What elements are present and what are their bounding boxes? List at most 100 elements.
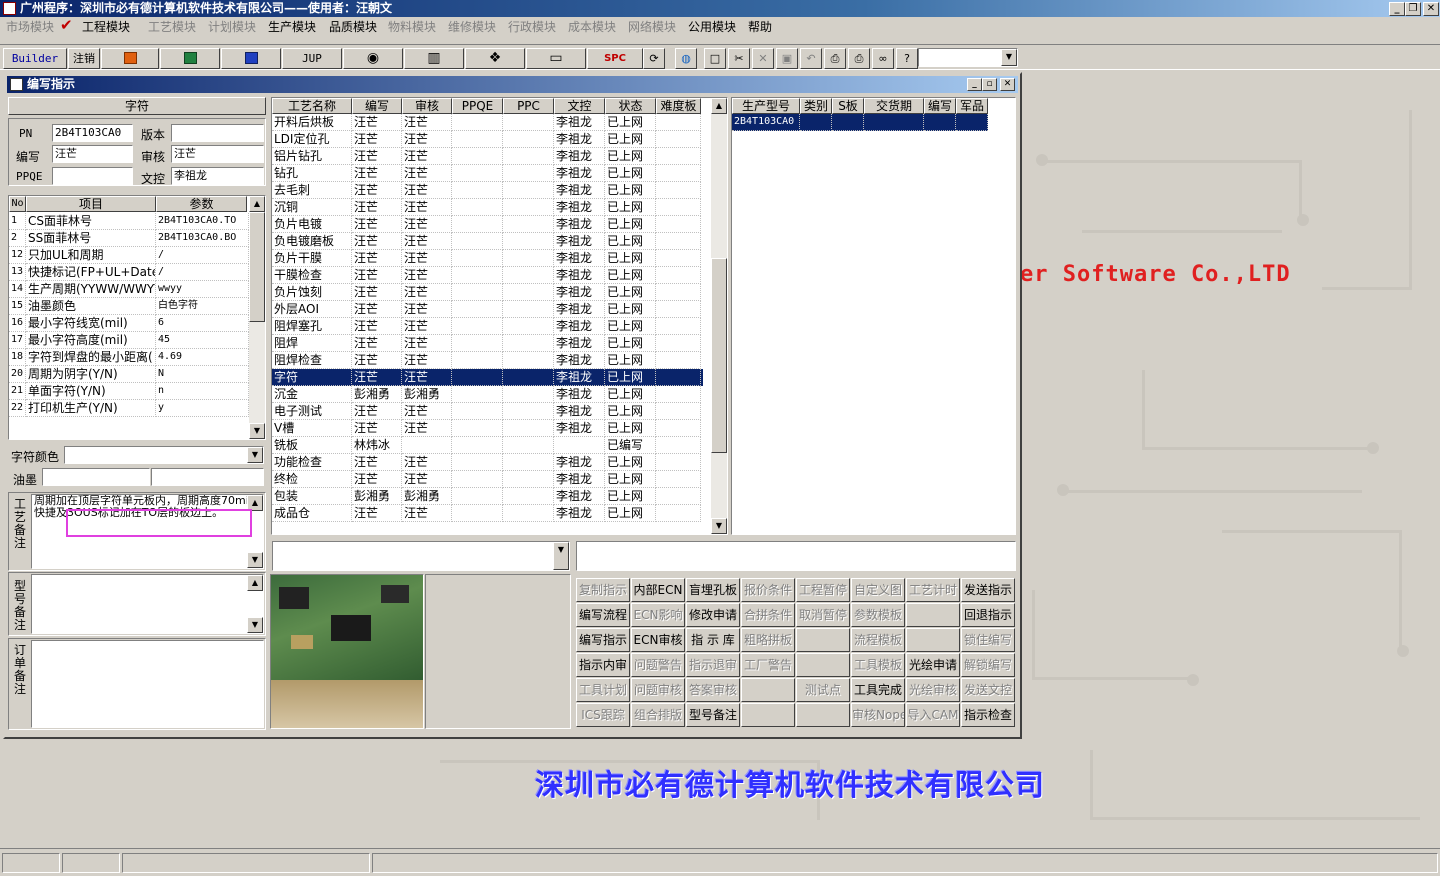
action-button[interactable]: 内部ECN (631, 578, 685, 602)
process-scrollbar[interactable]: ▲ ▼ (711, 98, 727, 534)
action-button[interactable]: 工具完成 (851, 678, 905, 702)
scroll-thumb[interactable] (249, 212, 265, 322)
new-button[interactable]: □ (704, 48, 726, 69)
process-row[interactable]: 阻焊 汪芒 汪芒 李祖龙 已上网 (272, 335, 703, 352)
scroll-down-icon[interactable]: ▼ (247, 617, 263, 633)
menu-market[interactable]: 市场模块 (6, 19, 54, 35)
process-row[interactable]: 铣板 林炜冰 已编写 (272, 437, 703, 454)
menu-engineering[interactable]: 工程模块 (82, 19, 130, 35)
word-button[interactable] (221, 48, 281, 69)
close-button[interactable]: ✕ (1423, 2, 1439, 16)
param-row[interactable]: 12 只加UL和周期 / (9, 247, 249, 264)
process-row[interactable]: 去毛刺 汪芒 汪芒 李祖龙 已上网 (272, 182, 703, 199)
computer-button[interactable]: ▭ (526, 48, 586, 69)
menu-admin[interactable]: 行政模块 (508, 19, 556, 35)
param-row[interactable]: 13快捷标记(FP+UL+DateCo/ (9, 264, 249, 281)
model-col-header[interactable]: 军品 (956, 98, 988, 114)
action-button[interactable]: 型号备注 (686, 703, 740, 727)
process-row[interactable]: 包装 彭湘勇 彭湘勇 李祖龙 已上网 (272, 488, 703, 505)
menu-material[interactable]: 物料模块 (388, 19, 436, 35)
network-button[interactable]: ❖ (465, 48, 525, 69)
action-button[interactable]: 自定义图 (851, 578, 905, 602)
process-col-header[interactable]: 文控 (554, 98, 605, 114)
delete-button[interactable]: ✕ (752, 48, 774, 69)
process-row[interactable]: 字符 汪芒 汪芒 李祖龙 已上网 (272, 369, 703, 386)
action-button[interactable]: ICS跟踪 (576, 703, 630, 727)
action-button[interactable]: 锁住编写 (961, 628, 1015, 652)
globe-button[interactable]: ◍ (675, 48, 697, 69)
child-close-button[interactable]: ✕ (1000, 78, 1015, 91)
process-col-header[interactable]: 编写 (352, 98, 402, 114)
chevron-down-icon[interactable]: ▼ (247, 447, 263, 463)
model-col-header[interactable]: S板 (832, 98, 864, 114)
process-col-header[interactable]: 难度板 (656, 98, 701, 114)
logout-button[interactable]: 注销 (68, 48, 100, 69)
menu-repair[interactable]: 维修模块 (448, 19, 496, 35)
action-button[interactable]: 工具计划 (576, 678, 630, 702)
action-button[interactable]: 工具模板 (851, 653, 905, 677)
help-button[interactable]: ? (896, 48, 918, 69)
action-button[interactable]: 指 示 库 (686, 628, 740, 652)
param-row[interactable]: 2 SS面菲林号 2B4T103CA0.BO (9, 230, 249, 247)
param-scrollbar[interactable]: ▲ ▼ (249, 196, 265, 439)
builder-button[interactable]: Builder (3, 48, 67, 69)
process-row[interactable]: 铝片钻孔 汪芒 汪芒 李祖龙 已上网 (272, 148, 703, 165)
process-row[interactable]: 干膜检查 汪芒 汪芒 李祖龙 已上网 (272, 267, 703, 284)
menu-quality[interactable]: 品质模块 (329, 19, 377, 35)
model-col-header[interactable]: 交货期 (864, 98, 924, 114)
process-row[interactable]: 沉铜 汪芒 汪芒 李祖龙 已上网 (272, 199, 703, 216)
action-button[interactable]: 回退指示 (961, 603, 1015, 627)
param-row[interactable]: 21 单面字符(Y/N) n (9, 383, 249, 400)
action-button[interactable]: 报价条件 (741, 578, 795, 602)
process-row[interactable]: 功能检查 汪芒 汪芒 李祖龙 已上网 (272, 454, 703, 471)
action-button[interactable]: 工艺计时 (906, 578, 960, 602)
scroll-thumb[interactable] (711, 258, 727, 453)
model-col-header[interactable]: 类别 (800, 98, 832, 114)
process-row[interactable]: LDI定位孔 汪芒 汪芒 李祖龙 已上网 (272, 131, 703, 148)
scroll-up-icon[interactable]: ▲ (711, 98, 727, 114)
docctl-field[interactable]: 李祖龙 (171, 167, 264, 185)
chevron-down-icon[interactable]: ▼ (1001, 49, 1017, 66)
param-row[interactable]: 16 最小字符线宽(mil) 6 (9, 315, 249, 332)
scroll-down-icon[interactable]: ▼ (247, 552, 263, 568)
process-row[interactable]: 阻焊塞孔 汪芒 汪芒 李祖龙 已上网 (272, 318, 703, 335)
menu-plan[interactable]: 计划模块 (208, 19, 256, 35)
action-button[interactable]: 复制指示 (576, 578, 630, 602)
action-button[interactable]: 修改申请 (686, 603, 740, 627)
param-row[interactable]: 1 CS面菲林号 2B4T103CA0.TO (9, 213, 249, 230)
action-button[interactable]: 导入CAM (906, 703, 960, 727)
process-row[interactable]: 沉金 彭湘勇 彭湘勇 李祖龙 已上网 (272, 386, 703, 403)
process-row[interactable]: 负电镀磨板 汪芒 汪芒 李祖龙 已上网 (272, 233, 703, 250)
minimize-button[interactable]: _ (1389, 2, 1405, 16)
param-row[interactable]: 18 字符到焊盘的最小距离(4.69 (9, 349, 249, 366)
child-restore-button[interactable]: ▫ (982, 78, 997, 91)
param-row[interactable]: 14 生产周期(YYWW/WWYY) wwyy (9, 281, 249, 298)
action-button[interactable]: 参数模板 (851, 603, 905, 627)
action-button[interactable]: ECN审核 (631, 628, 685, 652)
process-col-header[interactable]: PPC (503, 98, 554, 114)
process-row[interactable]: 负片干膜 汪芒 汪芒 李祖龙 已上网 (272, 250, 703, 267)
cut-button[interactable]: ✂ (728, 48, 750, 69)
writer-field[interactable]: 汪芒 (52, 145, 133, 163)
action-button[interactable]: 流程模板 (851, 628, 905, 652)
pn-field[interactable]: 2B4T103CA0 (52, 124, 133, 142)
process-row[interactable]: 钻孔 汪芒 汪芒 李祖龙 已上网 (272, 165, 703, 182)
action-button[interactable]: 取消暂停 (796, 603, 850, 627)
process-row[interactable]: 外层AOI 汪芒 汪芒 李祖龙 已上网 (272, 301, 703, 318)
param-row[interactable]: 20 周期为阴字(Y/N) N (9, 366, 249, 383)
menu-help[interactable]: 帮助 (748, 19, 772, 35)
process-row[interactable]: 负片蚀刻 汪芒 汪芒 李祖龙 已上网 (272, 284, 703, 301)
ink-field-2[interactable] (151, 468, 264, 486)
undo-button[interactable]: ↶ (800, 48, 822, 69)
action-button[interactable]: 工厂警告 (741, 653, 795, 677)
preview-button[interactable]: ⎙ (824, 48, 846, 69)
powerpoint-button[interactable] (101, 48, 159, 69)
process-row[interactable]: 成品仓 汪芒 汪芒 李祖龙 已上网 (272, 505, 703, 522)
scroll-down-icon[interactable]: ▼ (249, 423, 265, 439)
process-row[interactable]: 终检 汪芒 汪芒 李祖龙 已上网 (272, 471, 703, 488)
menu-craft[interactable]: 工艺模块 (148, 19, 196, 35)
action-button[interactable]: 问题警告 (631, 653, 685, 677)
process-col-header[interactable]: 工艺名称 (272, 98, 352, 114)
action-button[interactable]: ECN影响 (631, 603, 685, 627)
param-row[interactable]: 22 打印机生产(Y/N) y (9, 400, 249, 417)
